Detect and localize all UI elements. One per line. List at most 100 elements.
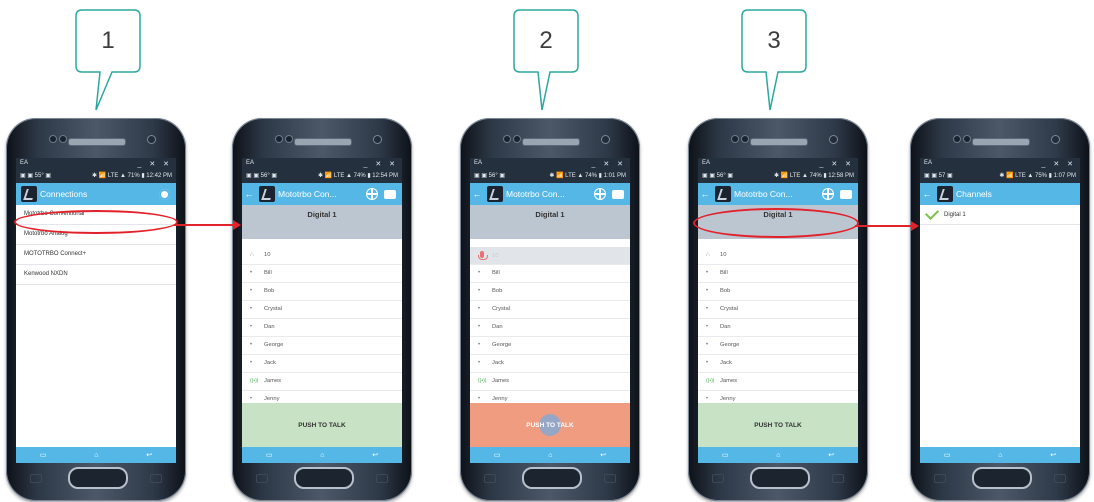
- chat-icon[interactable]: [612, 189, 624, 199]
- list-item[interactable]: • George: [698, 337, 858, 355]
- list-item[interactable]: • George: [470, 337, 630, 355]
- member-name: 10: [264, 252, 271, 258]
- back-key: [150, 474, 162, 483]
- list-item[interactable]: • Crystal: [470, 301, 630, 319]
- back-key: [376, 474, 388, 483]
- carrier-label: EA: [474, 160, 483, 166]
- channel-header[interactable]: Digital 1: [470, 205, 630, 239]
- dot-icon: •: [250, 306, 253, 312]
- globe-icon[interactable]: [366, 188, 378, 200]
- list-item[interactable]: • Crystal: [242, 301, 402, 319]
- recent-apps-icon[interactable]: ▭: [944, 451, 951, 459]
- earpiece-speaker: [750, 138, 808, 146]
- home-icon[interactable]: ⌂: [94, 452, 98, 459]
- dot-icon: •: [706, 360, 709, 366]
- app-bar: Connections: [16, 183, 176, 205]
- window-controls: _ ✕ ✕: [137, 161, 172, 168]
- push-to-talk-button[interactable]: PUSH TO TALK: [470, 403, 630, 447]
- back-icon[interactable]: ↩: [372, 451, 378, 459]
- list-item[interactable]: • Crystal: [698, 301, 858, 319]
- recent-apps-icon[interactable]: ▭: [722, 451, 729, 459]
- list-item[interactable]: • Dan: [698, 319, 858, 337]
- chat-icon[interactable]: [384, 189, 396, 199]
- home-icon[interactable]: ⌂: [320, 452, 324, 459]
- dot-icon: •: [478, 342, 481, 348]
- list-item[interactable]: ((•)) James: [242, 373, 402, 391]
- sensor: [742, 136, 748, 142]
- connection-item[interactable]: MOTOTRBO Connect+: [16, 245, 176, 265]
- recent-apps-icon[interactable]: ▭: [494, 451, 501, 459]
- list-item[interactable]: ((•)) James: [698, 373, 858, 391]
- member-name: Crystal: [264, 306, 283, 312]
- home-icon[interactable]: ⌂: [998, 452, 1002, 459]
- connection-item[interactable]: Kenwood NXDN: [16, 265, 176, 285]
- push-to-talk-button[interactable]: PUSH TO TALK: [242, 403, 402, 447]
- channel-header[interactable]: Digital 1: [242, 205, 402, 239]
- dot-icon: •: [250, 270, 253, 276]
- dot-icon: •: [706, 306, 709, 312]
- list-item[interactable]: • Dan: [242, 319, 402, 337]
- back-icon[interactable]: ↩: [828, 451, 834, 459]
- back-arrow-icon[interactable]: ←: [470, 189, 484, 199]
- back-arrow-icon[interactable]: ←: [698, 189, 712, 199]
- chat-icon[interactable]: [840, 189, 852, 199]
- globe-icon[interactable]: [822, 188, 834, 200]
- home-button: [972, 467, 1032, 489]
- back-key: [1054, 474, 1066, 483]
- list-item[interactable]: ((•)) James: [470, 373, 630, 391]
- globe-icon[interactable]: [594, 188, 606, 200]
- home-button: [522, 467, 582, 489]
- window-controls: _ ✕ ✕: [591, 161, 626, 168]
- app-bar: ← Mototrbo Con...: [698, 183, 858, 205]
- back-icon[interactable]: ↩: [146, 451, 152, 459]
- group-icon: ∴: [250, 252, 254, 258]
- list-item[interactable]: • Bob: [242, 283, 402, 301]
- dot-icon: •: [250, 288, 253, 294]
- highlight-ellipse-channel: [693, 208, 859, 238]
- system-status: ✱ 📶 LTE ▲ 74% ▮ 1:01 PM: [549, 173, 626, 179]
- recent-apps-icon[interactable]: ▭: [266, 451, 273, 459]
- recent-apps-icon[interactable]: ▭: [40, 451, 47, 459]
- status-bar: EA _ ✕ ✕ ▣ ▣ 55° ▣ ✱ 📶 LTE ▲ 71% ▮ 12:42…: [16, 158, 176, 183]
- list-item[interactable]: • Jack: [470, 355, 630, 373]
- list-item[interactable]: • Bill: [470, 265, 630, 283]
- back-icon[interactable]: ↩: [600, 451, 606, 459]
- member-name: James: [720, 378, 738, 384]
- front-camera: [1052, 136, 1059, 143]
- nav-bar: ▭ ⌂ ↩: [242, 447, 402, 463]
- screen: EA _ ✕ ✕ ▣ ▣ 55° ▣ ✱ 📶 LTE ▲ 71% ▮ 12:42…: [16, 158, 176, 463]
- member-list: ∴ 10 • Bill • Bob • Crystal • Dan • George • Ja…: [242, 247, 402, 409]
- member-name: Dan: [720, 324, 731, 330]
- back-arrow-icon[interactable]: ←: [920, 189, 934, 199]
- list-item[interactable]: • Dan: [470, 319, 630, 337]
- list-item[interactable]: • Bill: [242, 265, 402, 283]
- list-item[interactable]: ∴ 10: [242, 247, 402, 265]
- push-to-talk-button[interactable]: PUSH TO TALK: [698, 403, 858, 447]
- callout-number: 2: [539, 27, 553, 54]
- gear-icon[interactable]: [159, 188, 170, 200]
- home-icon[interactable]: ⌂: [776, 452, 780, 459]
- member-name: Dan: [264, 324, 275, 330]
- window-controls: _ ✕ ✕: [363, 161, 398, 168]
- system-status: ✱ 📶 LTE ▲ 74% ▮ 12:58 PM: [774, 173, 854, 179]
- list-item[interactable]: • Jack: [698, 355, 858, 373]
- list-item[interactable]: • Bob: [698, 283, 858, 301]
- nav-bar: ▭ ⌂ ↩: [470, 447, 630, 463]
- status-bar: EA _ ✕ ✕ ▣ ▣ 56° ▣ ✱ 📶 LTE ▲ 74% ▮ 1:01 …: [470, 158, 630, 183]
- home-icon[interactable]: ⌂: [548, 452, 552, 459]
- radio-wave-icon: ((•)): [478, 378, 487, 384]
- list-item[interactable]: ∴ 10: [698, 247, 858, 265]
- list-item[interactable]: • George: [242, 337, 402, 355]
- back-icon[interactable]: ↩: [1050, 451, 1056, 459]
- channel-item[interactable]: Digital 1: [920, 205, 1080, 225]
- screen: EA _ ✕ ✕ ▣ ▣ 56° ▣ ✱ 📶 LTE ▲ 74% ▮ 12:58…: [698, 158, 858, 463]
- page-title: Mototrbo Con...: [734, 189, 793, 199]
- list-item[interactable]: • Bill: [698, 265, 858, 283]
- page-title: Channels: [956, 189, 992, 199]
- back-arrow-icon[interactable]: ←: [242, 189, 256, 199]
- list-item[interactable]: • Jack: [242, 355, 402, 373]
- list-item[interactable]: • Bob: [470, 283, 630, 301]
